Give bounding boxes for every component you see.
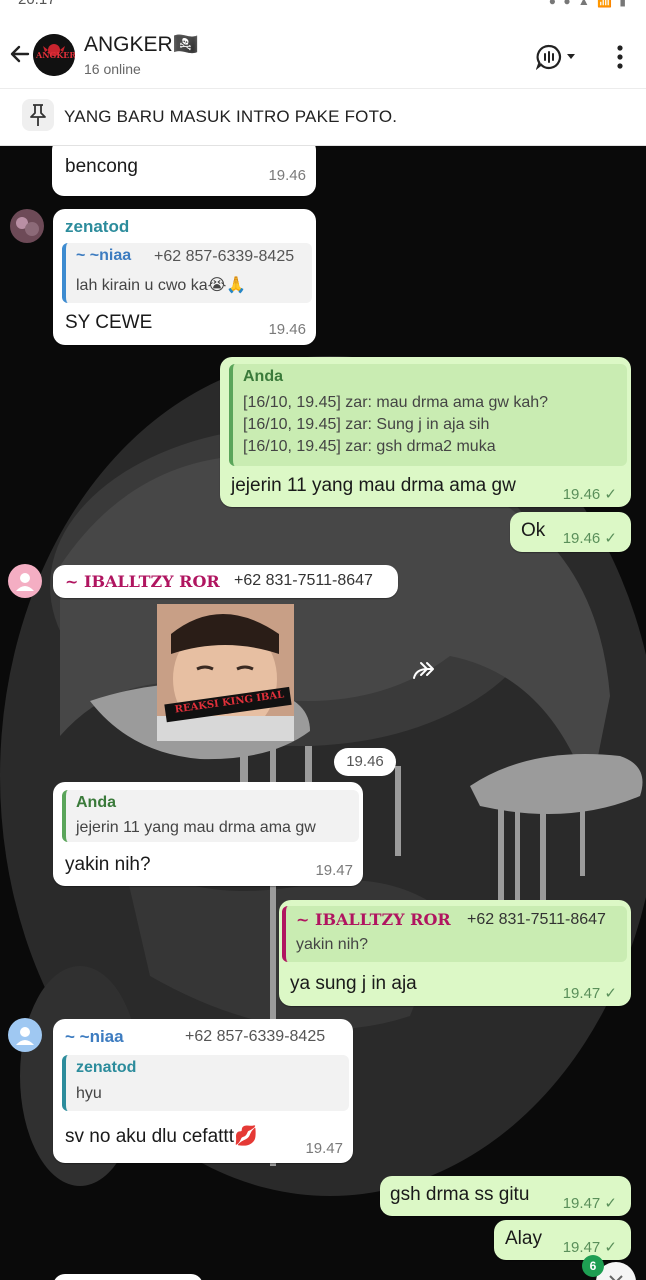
message-time: 19.47 [305,1140,343,1157]
message-bubble-outgoing[interactable]: Ok 19.46 ✓ [510,512,631,552]
reply-sender: ~ IBALLTZY ROR [296,910,451,929]
message-time: 19.47 [315,862,353,879]
group-title[interactable]: ANGKER🏴‍☠️ [84,33,199,57]
reply-line: [16/10, 19.45] zar: gsh drma2 muka [243,438,496,455]
status-bar: 20.17 ● ● ▲ 📶 ▮ [0,0,646,16]
sticker-time: 19.46 [334,748,396,776]
message-text: SY CEWE [65,312,153,333]
sticker-image[interactable]: REAKSI KING IBAL [157,604,294,741]
reply-preview[interactable]: zenatod hyu [62,1055,349,1111]
status-time: 20.17 [18,0,56,8]
message-time: 19.47 ✓ [562,1239,617,1256]
message-text: bencong [65,156,138,177]
reply-sender: zenatod [76,1059,137,1076]
message-time: 19.46 ✓ [562,486,617,503]
chat-area[interactable]: bencong 19.46 zenatod ~ ~niaa +62 857-63… [0,146,646,1280]
more-options-icon[interactable] [610,43,630,71]
message-bubble-incoming[interactable]: Anda jejerin 11 yang mau drma ama gw yak… [53,782,363,886]
reply-preview[interactable]: ~ IBALLTZY ROR +62 831-7511-8647 yakin n… [282,906,627,962]
message-time: 19.46 [268,167,306,184]
message-bubble-incoming[interactable]: bencong 19.46 [52,146,316,196]
reply-text: hyu [76,1085,102,1102]
pin-icon [22,99,54,131]
message-bubble-outgoing[interactable]: ~ IBALLTZY ROR +62 831-7511-8647 yakin n… [279,900,631,1006]
message-text: gsh drma ss gitu [390,1184,530,1205]
group-avatar-label: ANGKER [36,50,75,60]
message-text: yakin nih? [65,854,151,875]
reply-line: [16/10, 19.45] zar: mau drma ama gw kah? [243,394,549,411]
forward-icon[interactable] [410,658,440,684]
reply-preview[interactable]: Anda jejerin 11 yang mau drma ama gw [62,790,359,842]
reply-preview[interactable]: ~ ~niaa +62 857-6339-8425 lah kirain u c… [62,243,312,303]
sender-phone: +62 857-6339-8425 [185,1028,326,1045]
sender-phone: +62 831-7511-8647 [234,572,373,589]
pinned-message-bar[interactable]: YANG BARU MASUK INTRO PAKE FOTO. [0,89,646,146]
message-bubble-incoming[interactable]: ~ ~niaa +62 857-6339-8425 zenatod hyu sv… [53,1019,353,1163]
message-bubble-incoming[interactable]: zenatod ~ ~niaa +62 857-6339-8425 lah ki… [53,209,316,345]
reply-phone: +62 831-7511-8647 [467,911,606,928]
voice-chat-icon[interactable] [536,44,580,70]
message-bubble-outgoing[interactable]: Anda [16/10, 19.45] zar: mau drma ama gw… [220,357,631,507]
reply-phone: +62 857-6339-8425 [154,248,295,265]
reply-text: jejerin 11 yang mau drma ama gw [76,819,316,836]
sender-name[interactable]: zenatod [65,217,129,237]
pinned-text: YANG BARU MASUK INTRO PAKE FOTO. [64,107,398,126]
reply-sender: ~ ~niaa [76,247,132,264]
reply-sender: Anda [243,368,283,385]
message-bubble-incoming[interactable] [53,1274,203,1280]
reply-sender: Anda [76,794,116,811]
reply-text: lah kirain u cwo ka😭🙏 [76,277,247,294]
reply-line: [16/10, 19.45] zar: Sung j in aja sih [243,416,490,433]
message-bubble-outgoing[interactable]: gsh drma ss gitu 19.47 ✓ [380,1176,631,1216]
online-count: 16 online [84,61,141,77]
message-text: Ok [521,520,546,541]
group-avatar[interactable]: ANGKER [33,34,75,76]
sender-name[interactable]: ~ ~niaa [65,1027,124,1047]
message-text: ya sung j in aja [290,973,417,994]
sender-name[interactable]: ~ IBALLTZY ROR [65,572,220,591]
sender-header-pill[interactable]: ~ IBALLTZY ROR +62 831-7511-8647 [53,565,398,598]
back-arrow-icon[interactable] [6,40,34,68]
message-text: jejerin 11 yang mau drma ama gw [231,475,516,496]
chat-header: ANGKER ANGKER🏴‍☠️ 16 online [0,16,646,89]
message-bubble-outgoing[interactable]: Alay 19.47 ✓ [494,1220,631,1260]
avatar-iballtzy[interactable] [8,564,42,598]
avatar-niaa[interactable] [8,1018,42,1052]
message-text: Alay [505,1228,542,1249]
message-time: 19.47 ✓ [562,985,617,1002]
message-text: sv no aku dlu cefattt💋 [65,1126,258,1147]
reply-preview[interactable]: Anda [16/10, 19.45] zar: mau drma ama gw… [229,364,627,466]
message-time: 19.46 [268,321,306,338]
unread-badge: 6 [582,1255,604,1277]
message-time: 19.46 ✓ [562,530,617,547]
status-icons: ● ● ▲ 📶 ▮ [548,0,628,8]
message-time: 19.47 ✓ [562,1195,617,1212]
reply-text: yakin nih? [296,936,369,953]
avatar-zenatod[interactable] [10,209,44,243]
